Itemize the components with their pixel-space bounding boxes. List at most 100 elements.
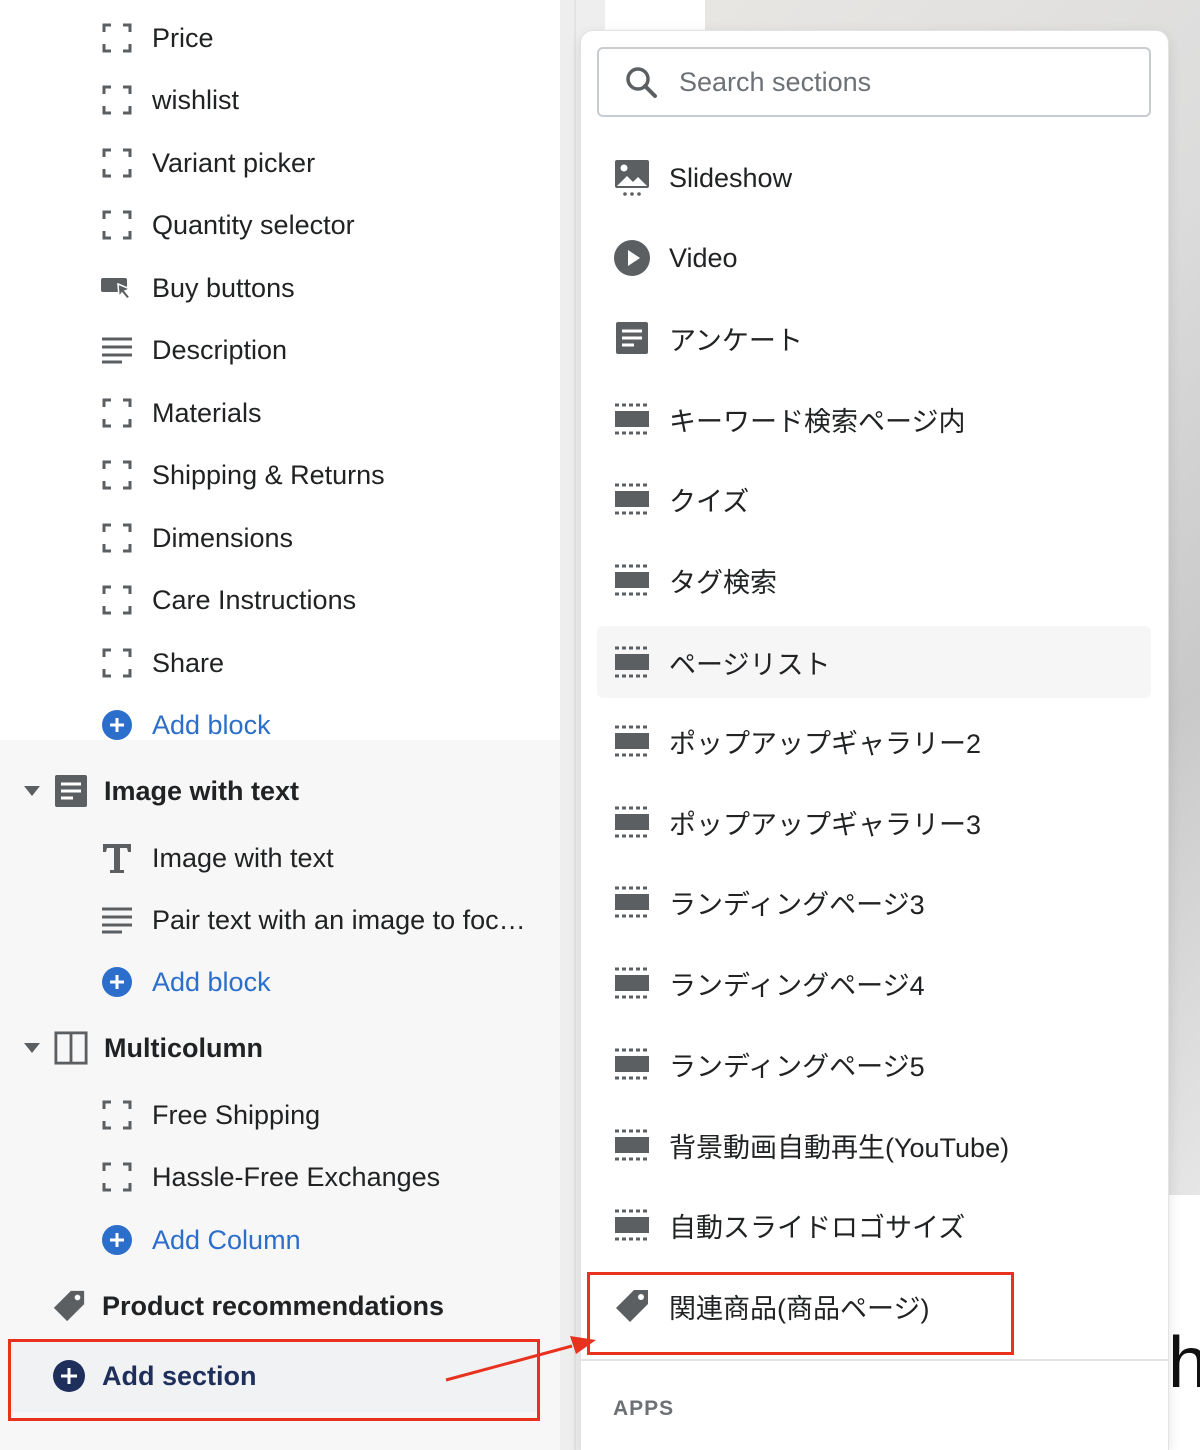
- section-template-icon: [613, 480, 651, 518]
- tag-icon: [52, 1289, 86, 1323]
- block-item-label: Description: [152, 334, 288, 365]
- section-template-icon: [613, 883, 651, 921]
- section-option-keyword-search[interactable]: キーワード検索ページ内: [597, 383, 1151, 455]
- section-template-icon: [613, 643, 651, 681]
- block-item-label: Free Shipping: [152, 1099, 321, 1130]
- section-option-label: アンケート: [669, 325, 803, 356]
- search-sections-field[interactable]: [597, 47, 1151, 117]
- bracket-block-icon: [100, 1160, 134, 1194]
- add-block-button[interactable]: Add block: [0, 952, 560, 1012]
- section-option-label: クイズ: [669, 486, 750, 517]
- add-column-button[interactable]: Add Column: [0, 1210, 560, 1270]
- block-item-wishlist[interactable]: wishlist: [0, 70, 560, 130]
- block-item-label: Dimensions: [152, 522, 294, 553]
- block-item-quantity-selector[interactable]: Quantity selector: [0, 195, 560, 255]
- block-item-materials[interactable]: Materials: [0, 383, 560, 443]
- block-item-variant-picker[interactable]: Variant picker: [0, 133, 560, 193]
- block-item-label: Hassle-Free Exchanges: [152, 1161, 441, 1192]
- block-item-hassle-free-exchanges[interactable]: Hassle-Free Exchanges: [0, 1147, 560, 1207]
- annotation-box-related-products: [587, 1272, 1014, 1355]
- section-option-landing-page-4[interactable]: ランディングページ4: [597, 947, 1151, 1019]
- text-t-icon: [100, 841, 134, 875]
- section-option-page-list[interactable]: ページリスト: [597, 626, 1151, 698]
- section-template-icon: [613, 1126, 651, 1164]
- document-icon: [54, 774, 88, 808]
- section-template-icon: [613, 561, 651, 599]
- section-label: Image with text: [104, 775, 300, 806]
- block-item-label: wishlist: [152, 84, 240, 115]
- caret-down-icon[interactable]: [22, 1038, 42, 1058]
- block-item-care-instructions[interactable]: Care Instructions: [0, 570, 560, 630]
- section-template-icon: [613, 400, 651, 438]
- block-item-shipping-returns[interactable]: Shipping & Returns: [0, 445, 560, 505]
- apps-divider: [581, 1359, 1168, 1361]
- section-option-label: ページリスト: [669, 649, 831, 680]
- columns-icon: [54, 1031, 88, 1065]
- section-option-landing-page-5[interactable]: ランディングページ5: [597, 1028, 1151, 1100]
- section-option-popup-gallery-3[interactable]: ポップアップギャラリー3: [597, 786, 1151, 858]
- block-item-label: Pair text with an image to focus on your…: [152, 904, 540, 935]
- block-item-free-shipping[interactable]: Free Shipping: [0, 1085, 560, 1145]
- block-item-label: Shipping & Returns: [152, 459, 385, 490]
- text-lines-icon: [100, 903, 134, 937]
- panel-divider: [574, 0, 576, 1450]
- section-option-label: ランディングページ5: [669, 1051, 925, 1082]
- search-input[interactable]: [679, 66, 1119, 98]
- section-option-quiz[interactable]: クイズ: [597, 463, 1151, 535]
- section-option-landing-page-3[interactable]: ランディングページ3: [597, 866, 1151, 938]
- block-item-image-with-text-heading[interactable]: Image with text: [0, 828, 560, 888]
- section-option-slideshow[interactable]: Slideshow: [597, 142, 1151, 214]
- section-template-icon: [613, 964, 651, 1002]
- section-option-label: Slideshow: [669, 162, 793, 193]
- add-block-label: Add block: [152, 709, 271, 740]
- section-option-label: タグ検索: [669, 567, 777, 598]
- block-item-label: Care Instructions: [152, 584, 357, 615]
- bracket-block-icon: [100, 146, 134, 180]
- block-item-share[interactable]: Share: [0, 633, 560, 693]
- section-option-label: Video: [669, 242, 738, 273]
- add-block-button[interactable]: Add block: [0, 695, 560, 755]
- block-item-description[interactable]: Description: [0, 320, 560, 380]
- plus-circle-icon: [100, 1223, 134, 1257]
- cursor-button-icon: [100, 271, 134, 305]
- section-template-icon: [613, 803, 651, 841]
- block-item-label: Image with text: [152, 842, 334, 873]
- bracket-block-icon: [100, 21, 134, 55]
- caret-down-icon[interactable]: [22, 781, 42, 801]
- bracket-block-icon: [100, 521, 134, 555]
- plus-circle-icon: [100, 965, 134, 999]
- add-block-label: Add block: [152, 966, 271, 997]
- section-option-auto-slide-logo[interactable]: 自動スライドロゴサイズ: [597, 1189, 1151, 1261]
- theme-editor-sidebar: Price wishlist Variant picker Quantity s…: [0, 0, 560, 1450]
- play-circle-icon: [613, 239, 651, 277]
- section-option-label: ランディングページ4: [669, 970, 925, 1001]
- section-option-tag-search[interactable]: タグ検索: [597, 544, 1151, 616]
- section-option-label: ランディングページ3: [669, 889, 925, 920]
- section-image-with-text[interactable]: Image with text: [0, 761, 560, 821]
- bracket-block-icon: [100, 1098, 134, 1132]
- section-label: Multicolumn: [104, 1032, 263, 1063]
- block-item-buy-buttons[interactable]: Buy buttons: [0, 258, 560, 318]
- block-item-dimensions[interactable]: Dimensions: [0, 508, 560, 568]
- section-option-video[interactable]: Video: [597, 222, 1151, 294]
- plus-circle-icon: [100, 708, 134, 742]
- annotation-box-add-section: [8, 1339, 540, 1421]
- preview-heading-fragment: h: [1168, 1323, 1200, 1403]
- section-product-recommendations[interactable]: Product recommendations: [0, 1276, 560, 1336]
- block-item-image-with-text-body[interactable]: Pair text with an image to focus on your…: [0, 890, 560, 950]
- section-option-label: 背景動画自動再生(YouTube): [669, 1132, 1010, 1163]
- block-item-label: Price: [152, 22, 214, 53]
- section-option-label: ポップアップギャラリー2: [669, 728, 982, 759]
- section-option-survey[interactable]: アンケート: [597, 302, 1151, 374]
- section-option-popup-gallery-2[interactable]: ポップアップギャラリー2: [597, 705, 1151, 777]
- block-item-price[interactable]: Price: [0, 8, 560, 68]
- bracket-block-icon: [100, 583, 134, 617]
- section-multicolumn[interactable]: Multicolumn: [0, 1018, 560, 1078]
- bracket-block-icon: [100, 208, 134, 242]
- section-template-icon: [613, 1206, 651, 1244]
- block-item-label: Variant picker: [152, 147, 316, 178]
- section-template-icon: [613, 722, 651, 760]
- section-option-background-video[interactable]: 背景動画自動再生(YouTube): [597, 1109, 1151, 1181]
- search-icon: [623, 64, 659, 100]
- bracket-block-icon: [100, 83, 134, 117]
